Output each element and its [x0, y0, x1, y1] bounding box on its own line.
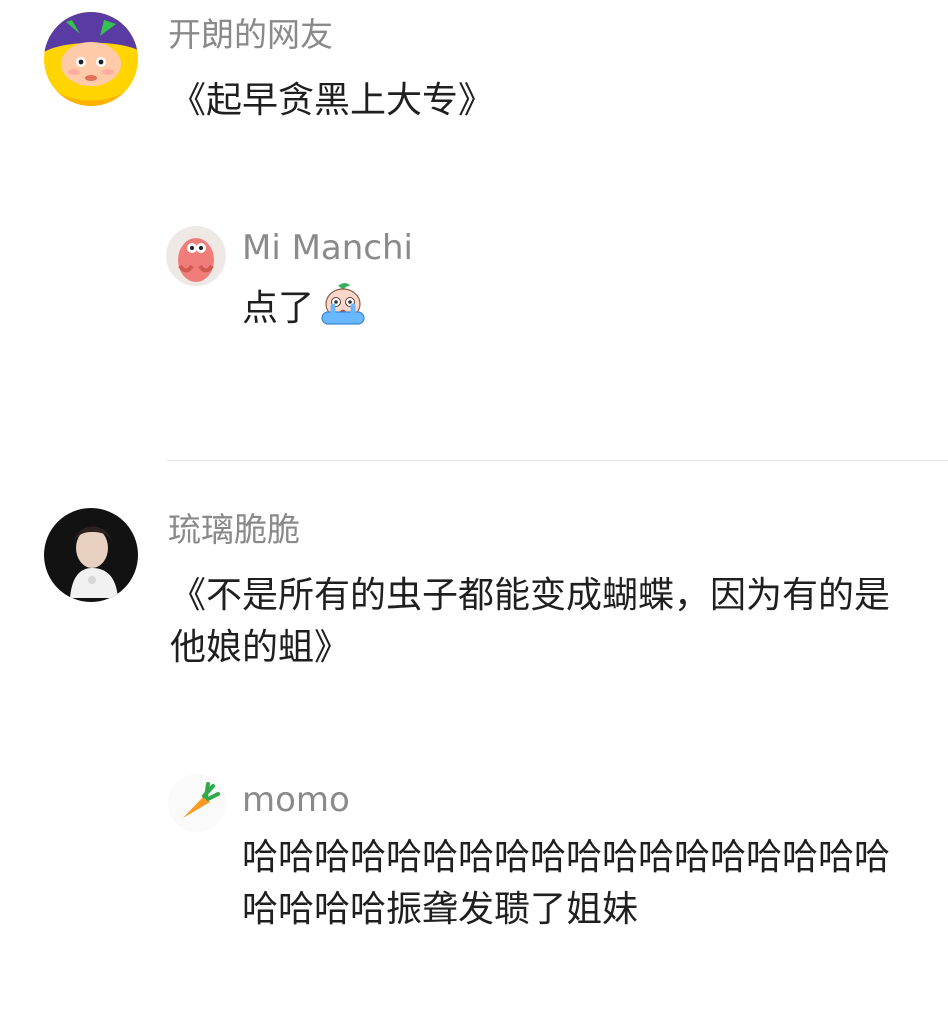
reply-text: 点了 — [242, 288, 315, 329]
avatar[interactable] — [44, 12, 138, 106]
reply-text: 哈哈哈哈哈哈哈哈哈哈哈哈哈哈哈哈哈哈哈哈哈哈振聋发聩了姐妹 — [242, 837, 891, 930]
comment-username[interactable]: 琉璃脆脆 — [168, 510, 300, 550]
comment-divider — [167, 460, 948, 461]
reply-text-row: 点了 — [242, 282, 892, 335]
comment-text: 《起早贪黑上大专》 — [170, 80, 495, 121]
reply-username[interactable]: Mi Manchi — [242, 228, 413, 268]
avatar[interactable] — [44, 508, 138, 602]
comment-username[interactable]: 开朗的网友 — [168, 15, 333, 55]
pineapple-avatar-image — [44, 12, 138, 106]
avatar[interactable] — [168, 774, 226, 832]
woman-portrait-avatar-image — [44, 508, 138, 602]
avatar[interactable] — [166, 226, 226, 286]
crying-emoji-icon — [318, 282, 368, 328]
carrot-avatar-image — [168, 774, 226, 832]
comment-text: 《不是所有的虫子都能变成蝴蝶，因为有的是他娘的蛆》 — [170, 575, 891, 668]
pink-plush-avatar-image — [166, 226, 226, 286]
reply-username[interactable]: momo — [242, 780, 350, 820]
